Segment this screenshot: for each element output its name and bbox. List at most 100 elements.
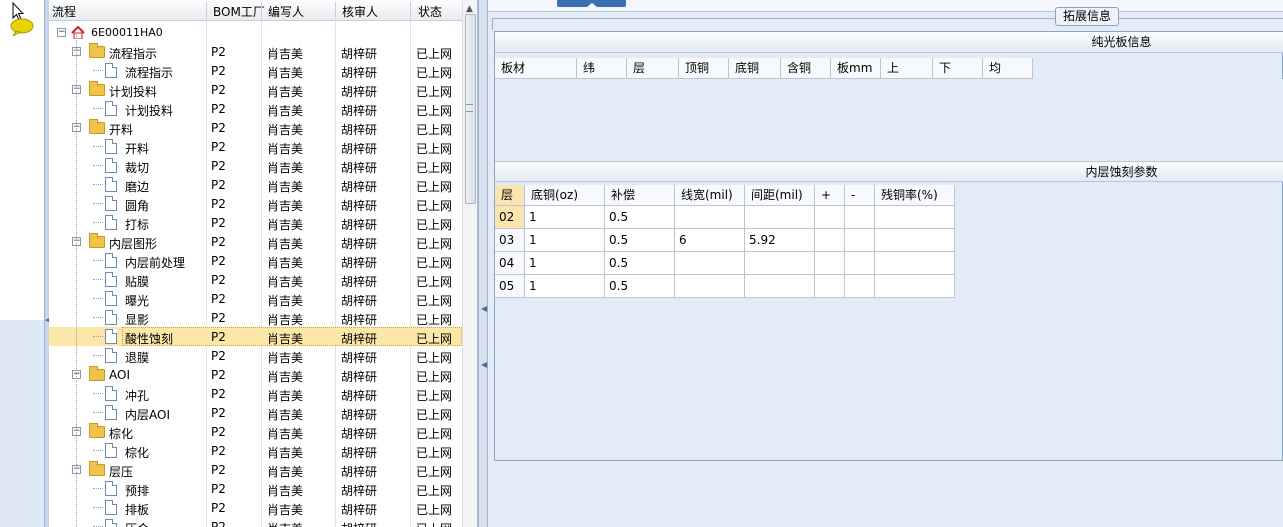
tree-row[interactable]: − 内层图形 P2 肖吉美 胡梓研 已上网 [49,232,462,251]
etch-cell[interactable] [675,252,745,275]
tree-row[interactable]: 内层AOI P2 肖吉美 胡梓研 已上网 [49,403,462,422]
etch-col-header[interactable]: + [815,185,845,206]
etch-cell[interactable] [875,229,955,252]
etch-cell[interactable] [845,206,875,229]
etch-row[interactable]: 05 1 0.5 [495,275,955,298]
tree-row[interactable]: 磨边 P2 肖吉美 胡梓研 已上网 [49,175,462,194]
splitter-arrow-icon[interactable]: ◀ [481,304,487,313]
tree-row[interactable]: 预排 P2 肖吉美 胡梓研 已上网 [49,479,462,498]
etch-row[interactable]: 02 1 0.5 [495,206,955,229]
etch-cell[interactable] [675,206,745,229]
tree-row[interactable]: 流程指示 P2 肖吉美 胡梓研 已上网 [49,61,462,80]
col-header-bom[interactable]: BOM工厂 [213,3,265,20]
plain-board-col-header[interactable]: 上 [881,58,933,79]
tree-row[interactable]: 棕化 P2 肖吉美 胡梓研 已上网 [49,441,462,460]
plain-board-col-header[interactable]: 层 [627,58,679,79]
tree-row[interactable]: 圆角 P2 肖吉美 胡梓研 已上网 [49,194,462,213]
tree-row[interactable]: 贴膜 P2 肖吉美 胡梓研 已上网 [49,270,462,289]
etch-cell[interactable] [815,252,845,275]
tree-root-row[interactable]: − 6E00011HA0 [49,23,462,42]
etch-cell[interactable]: 1 [525,252,605,275]
tree-row[interactable]: 酸性蚀刻 P2 肖吉美 胡梓研 已上网 [49,327,462,346]
scroll-up-icon[interactable]: ▲ [466,4,473,14]
etch-cell[interactable] [815,206,845,229]
etch-col-header[interactable]: 线宽(mil) [675,185,745,206]
etch-cell[interactable] [875,275,955,298]
tree-row[interactable]: 退膜 P2 肖吉美 胡梓研 已上网 [49,346,462,365]
etch-cell[interactable] [845,275,875,298]
etch-cell[interactable]: 6 [675,229,745,252]
etch-cell[interactable] [875,206,955,229]
tree-row[interactable]: 冲孔 P2 肖吉美 胡梓研 已上网 [49,384,462,403]
plain-board-col-header[interactable]: 含铜 [781,58,831,79]
plain-board-col-header[interactable]: 板材 [495,58,577,79]
etch-cell[interactable] [815,229,845,252]
col-header-writer[interactable]: 编写人 [268,3,304,20]
etch-cell[interactable]: 0.5 [605,252,675,275]
col-header-status[interactable]: 状态 [418,3,442,20]
col-header-reviewer[interactable]: 核审人 [342,3,378,20]
tree-row[interactable]: − 开料 P2 肖吉美 胡梓研 已上网 [49,118,462,137]
tree-row[interactable]: − 层压 P2 肖吉美 胡梓研 已上网 [49,460,462,479]
bom-cell: P2 [211,140,226,154]
tree-row[interactable]: 显影 P2 肖吉美 胡梓研 已上网 [49,308,462,327]
etch-cell[interactable]: 1 [525,206,605,229]
etch-layer-cell[interactable]: 03 [495,229,525,252]
etch-layer-cell[interactable]: 02 [495,206,525,229]
plain-board-col-header[interactable]: 底铜 [729,58,781,79]
collapse-icon[interactable]: − [57,28,66,37]
status-cell: 已上网 [416,123,453,137]
etch-cell[interactable]: 0.5 [605,229,675,252]
tree-row[interactable]: 裁切 P2 肖吉美 胡梓研 已上网 [49,156,462,175]
etch-col-header[interactable]: 残铜率(%) [875,185,955,206]
etch-cell[interactable] [815,275,845,298]
etch-cell[interactable]: 1 [525,229,605,252]
plain-board-col-header[interactable]: 下 [933,58,983,79]
main-splitter[interactable]: ◀ ◀ [478,0,488,527]
etch-col-header[interactable]: - [845,185,875,206]
etch-layer-cell[interactable]: 04 [495,252,525,275]
tree-row[interactable]: 排板 P2 肖吉美 胡梓研 已上网 [49,498,462,517]
tree-row[interactable]: − 流程指示 P2 肖吉美 胡梓研 已上网 [49,42,462,61]
etch-cell[interactable]: 5.92 [745,229,815,252]
etch-col-header[interactable]: 层 [495,185,525,206]
plain-board-col-header[interactable]: 顶铜 [679,58,729,79]
etch-col-header[interactable]: 底铜(oz) [525,185,605,206]
plain-board-col-header[interactable]: 板mm [831,58,881,79]
etch-layer-cell[interactable]: 05 [495,275,525,298]
tree-row[interactable]: − 棕化 P2 肖吉美 胡梓研 已上网 [49,422,462,441]
etch-cell[interactable] [745,252,815,275]
status-cell: 已上网 [416,85,453,99]
document-icon [105,158,117,173]
etch-col-header[interactable]: 补偿 [605,185,675,206]
bom-cell: P2 [211,444,226,458]
tree-row[interactable]: 打标 P2 肖吉美 胡梓研 已上网 [49,213,462,232]
etch-cell[interactable] [675,275,745,298]
splitter-arrow-icon[interactable]: ◀ [481,360,487,369]
etch-cell[interactable]: 0.5 [605,275,675,298]
col-header-process[interactable]: 流程 [52,3,76,20]
tree-scrollbar[interactable]: ▲ [462,0,477,527]
tree-row[interactable]: 压合 P2 肖吉美 胡梓研 已上网 [49,517,462,527]
tree-row[interactable]: 计划投料 P2 肖吉美 胡梓研 已上网 [49,99,462,118]
tree-row[interactable]: 曝光 P2 肖吉美 胡梓研 已上网 [49,289,462,308]
tab-selected[interactable] [557,0,626,7]
etch-row[interactable]: 04 1 0.5 [495,252,955,275]
etch-cell[interactable] [875,252,955,275]
plain-board-col-header[interactable]: 纬 [577,58,627,79]
etch-cell[interactable]: 1 [525,275,605,298]
tree-row[interactable]: − 计划投料 P2 肖吉美 胡梓研 已上网 [49,80,462,99]
etch-cell[interactable] [845,252,875,275]
document-icon [105,405,117,420]
tree-row[interactable]: 开料 P2 肖吉美 胡梓研 已上网 [49,137,462,156]
etch-cell[interactable]: 0.5 [605,206,675,229]
etch-col-header[interactable]: 间距(mil) [745,185,815,206]
etch-cell[interactable] [745,206,815,229]
tree-row[interactable]: − AOI P2 肖吉美 胡梓研 已上网 [49,365,462,384]
etch-cell[interactable] [845,229,875,252]
etch-row[interactable]: 03 1 0.5 6 5.92 [495,229,955,252]
tree-row[interactable]: 内层前处理 P2 肖吉美 胡梓研 已上网 [49,251,462,270]
chat-bubble-icon[interactable] [10,18,34,36]
etch-cell[interactable] [745,275,815,298]
plain-board-col-header[interactable]: 均 [983,58,1033,79]
